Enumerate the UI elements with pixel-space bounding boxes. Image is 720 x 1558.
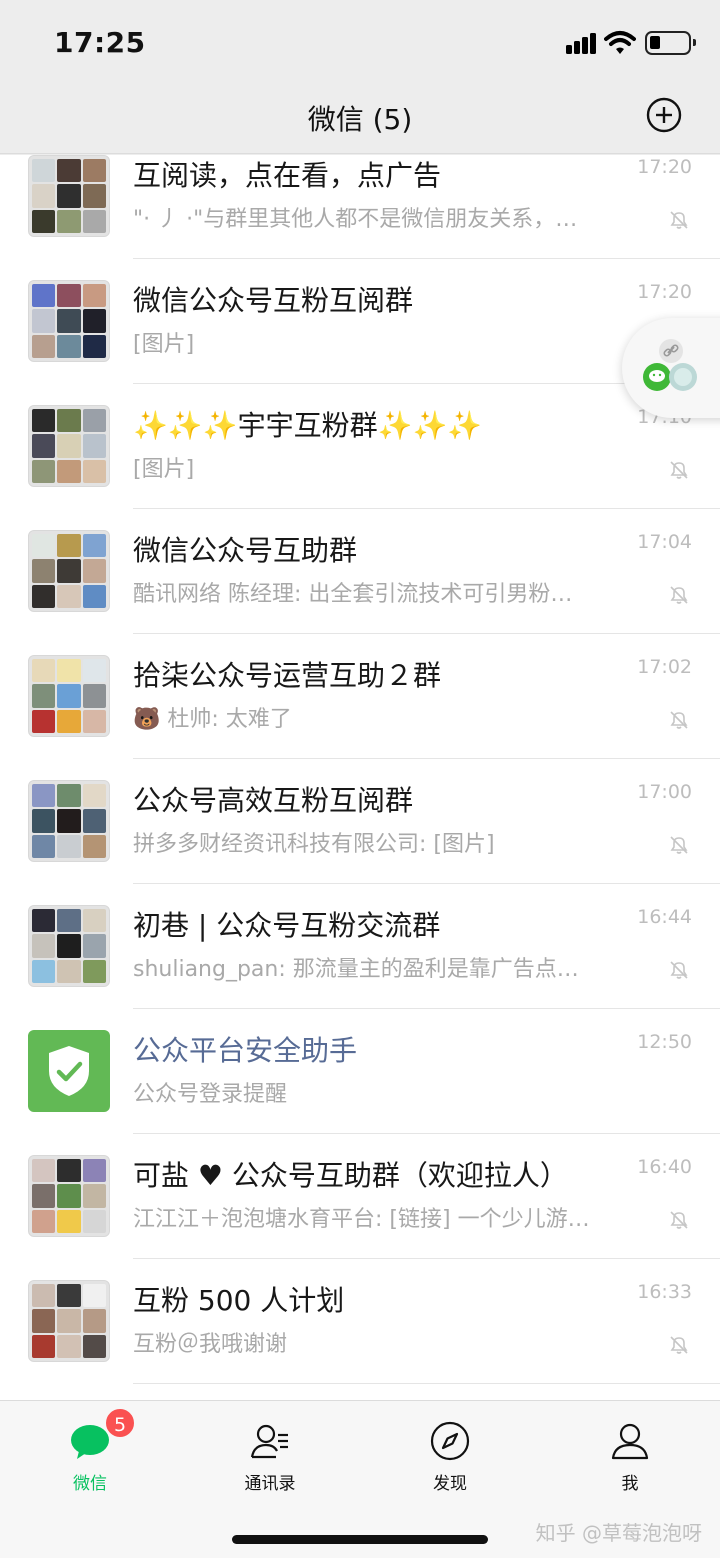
group-avatar	[28, 780, 110, 862]
wifi-icon	[604, 31, 636, 54]
chat-row[interactable]: 微信公众号互粉互阅群 [图片] 17:20	[0, 259, 720, 384]
tab-contacts[interactable]: 通讯录	[180, 1401, 360, 1501]
chat-name: ✨✨✨宇宇互粉群✨✨✨	[133, 409, 483, 442]
tab-label: 通讯录	[244, 1474, 296, 1494]
tab-label: 微信	[73, 1474, 107, 1494]
group-avatar	[28, 1280, 110, 1362]
group-avatar	[28, 280, 110, 362]
chat-time: 17:20	[637, 156, 692, 178]
mute-icon	[670, 711, 688, 729]
chat-time: 17:02	[637, 656, 692, 678]
chat-name: 互阅读，点在看，点广告	[133, 159, 442, 192]
chat-preview: 拼多多财经资讯科技有限公司: [图片]	[133, 832, 495, 857]
mute-icon	[670, 586, 688, 604]
chat-row[interactable]: 微信公众号互助群 酷讯网络 陈经理: 出全套引流技术可引男粉… 17:04	[0, 509, 720, 634]
chat-preview: 江江江＋泡泡塘水育平台: [链接] 一个少儿游…	[133, 1207, 590, 1232]
mute-icon	[670, 461, 688, 479]
chat-preview: 互粉＠我哦谢谢	[133, 1332, 288, 1357]
compass-icon	[430, 1421, 470, 1461]
floating-window-widget[interactable]	[622, 318, 720, 418]
tab-chats[interactable]: 5 微信	[0, 1401, 180, 1501]
link-icon	[659, 339, 683, 363]
chat-time: 17:00	[637, 781, 692, 803]
status-bar: 17:25	[0, 0, 720, 88]
chat-row[interactable]: 互粉 500 人计划 互粉＠我哦谢谢 16:33	[0, 1259, 720, 1384]
chat-time: 16:44	[637, 906, 692, 928]
chat-name: 可盐 ♥ 公众号互助群（欢迎拉人）	[133, 1159, 568, 1192]
chat-name: 初巷 | 公众号互粉交流群	[133, 909, 441, 942]
tab-label: 我	[621, 1474, 639, 1494]
mute-icon	[670, 211, 688, 229]
home-indicator	[232, 1535, 488, 1544]
chat-preview: 酷讯网络 陈经理: 出全套引流技术可引男粉…	[133, 582, 573, 607]
chat-name: 微信公众号互粉互阅群	[133, 284, 414, 317]
group-avatar	[28, 405, 110, 487]
group-avatar	[28, 1155, 110, 1237]
chat-row[interactable]: 拾柒公众号运营互助２群 🐻 杜帅: 太难了 17:02	[0, 634, 720, 759]
chat-preview: 🐻 杜帅: 太难了	[133, 707, 292, 732]
chat-name: 拾柒公众号运营互助２群	[133, 659, 442, 692]
group-avatar	[28, 530, 110, 612]
chat-row[interactable]: 公众平台安全助手 公众号登录提醒 12:50	[0, 1009, 720, 1134]
signal-icon	[566, 32, 598, 54]
chat-name: 微信公众号互助群	[133, 534, 358, 567]
shield-avatar	[28, 1030, 110, 1112]
chat-row[interactable]: ✨✨✨宇宇互粉群✨✨✨ [图片] 17:10	[0, 384, 720, 509]
page-title: 微信 (5)	[307, 103, 413, 136]
mute-icon	[670, 836, 688, 854]
tab-label: 发现	[433, 1474, 467, 1494]
add-icon[interactable]	[645, 96, 683, 134]
chat-preview: [图片]	[133, 457, 195, 482]
group-avatar	[28, 655, 110, 737]
shield-check-icon	[49, 1046, 89, 1096]
chat-list: 互阅读，点在看，点广告 "· 丿 ·"与群里其他人都不是微信朋友关系，… 17:…	[0, 155, 720, 1400]
tab-me[interactable]: 我	[540, 1401, 720, 1501]
chat-name: 公众平台安全助手	[133, 1034, 358, 1067]
battery-icon	[645, 31, 696, 55]
unread-badge: 5	[104, 1407, 136, 1439]
chat-row[interactable]: 公众号高效互粉互阅群 拼多多财经资讯科技有限公司: [图片] 17:00	[0, 759, 720, 884]
status-time: 17:25	[54, 26, 146, 59]
mute-icon	[670, 961, 688, 979]
person-icon	[611, 1423, 649, 1460]
mute-icon	[670, 1211, 688, 1229]
tab-discover[interactable]: 发现	[360, 1401, 540, 1501]
chat-preview: [图片]	[133, 332, 195, 357]
chat-row[interactable]: 互阅读，点在看，点广告 "· 丿 ·"与群里其他人都不是微信朋友关系，… 17:…	[0, 155, 720, 259]
chat-preview: shuliang_pan: 那流量主的盈利是靠广告点…	[133, 957, 579, 982]
chat-name: 公众号高效互粉互阅群	[133, 784, 414, 817]
tab-bar: 5 微信 通讯录 发现 我 知乎 @草莓泡泡呀	[0, 1400, 720, 1558]
chat-preview: "· 丿 ·"与群里其他人都不是微信朋友关系，…	[133, 207, 578, 232]
chat-time: 16:40	[637, 1156, 692, 1178]
chat-preview: 公众号登录提醒	[133, 1082, 288, 1107]
group-avatar	[28, 155, 110, 237]
chat-name: 互粉 500 人计划	[133, 1284, 345, 1317]
watermark: 知乎 @草莓泡泡呀	[535, 1521, 702, 1545]
chat-row[interactable]: 初巷 | 公众号互粉交流群 shuliang_pan: 那流量主的盈利是靠广告点…	[0, 884, 720, 1009]
group-avatar	[28, 905, 110, 987]
contacts-icon	[250, 1424, 288, 1459]
chat-time: 12:50	[637, 1031, 692, 1053]
article-thumb-icon	[669, 363, 697, 391]
nav-bar: 微信 (5)	[0, 88, 720, 154]
chat-time: 17:20	[637, 281, 692, 303]
mute-icon	[670, 1336, 688, 1354]
chat-time: 16:33	[637, 1281, 692, 1303]
chat-row[interactable]: 可盐 ♥ 公众号互助群（欢迎拉人） 江江江＋泡泡塘水育平台: [链接] 一个少儿…	[0, 1134, 720, 1259]
chat-time: 17:04	[637, 531, 692, 553]
